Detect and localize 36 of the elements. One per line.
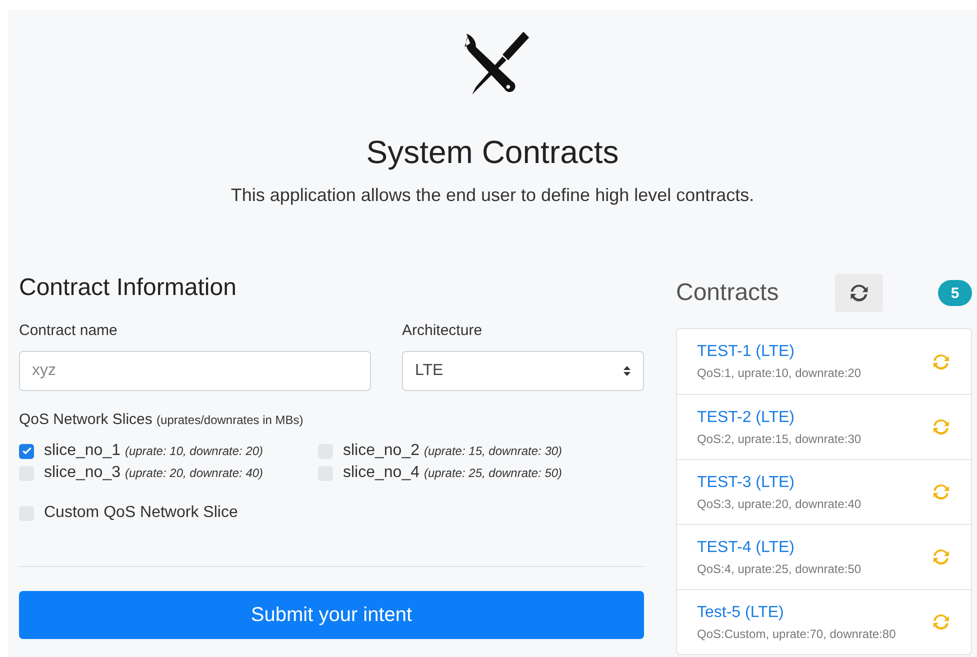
slice-label: slice_no_3 (uprate: 20, downrate: 40) bbox=[44, 464, 264, 482]
refresh-icon bbox=[848, 282, 870, 304]
contract-link[interactable]: Test-5 (LTE) bbox=[697, 604, 896, 622]
submit-button[interactable]: Submit your intent bbox=[19, 591, 644, 639]
contract-details: QoS:1, uprate:10, downrate:20 bbox=[697, 366, 862, 380]
check-icon bbox=[20, 445, 32, 457]
refresh-icon[interactable] bbox=[931, 612, 951, 632]
contract-link[interactable]: TEST-3 (LTE) bbox=[697, 474, 862, 492]
slice-label: slice_no_2 (uprate: 15, downrate: 30) bbox=[343, 442, 562, 460]
contract-details: QoS:2, uprate:15, downrate:30 bbox=[697, 432, 862, 446]
contract-details: QoS:Custom, uprate:70, downrate:80 bbox=[697, 626, 896, 640]
refresh-icon[interactable] bbox=[931, 352, 951, 372]
refresh-button[interactable] bbox=[835, 274, 883, 312]
refresh-icon[interactable] bbox=[931, 417, 951, 437]
checkbox[interactable] bbox=[19, 444, 34, 458]
field-label: Architecture bbox=[402, 322, 484, 339]
contract-details: QoS:3, uprate:20, downrate:40 bbox=[697, 496, 862, 510]
contract-link[interactable]: TEST-4 (LTE) bbox=[697, 538, 862, 556]
refresh-icon[interactable] bbox=[931, 482, 951, 502]
sort-caret-icon bbox=[623, 365, 631, 377]
architecture-select[interactable]: LTE bbox=[402, 351, 644, 391]
section-title: Contract Information bbox=[19, 274, 238, 302]
refresh-icon[interactable] bbox=[931, 547, 951, 567]
slice-label: slice_no_1 (uprate: 10, downrate: 20) bbox=[44, 442, 264, 460]
field-label: Contract name bbox=[19, 322, 118, 339]
page-subtitle: This application allows the end user to define high level contracts. bbox=[230, 185, 754, 206]
slices-label: QoS Network Slices (uprates/downrates in MBs) bbox=[19, 411, 304, 428]
contracts-title: Contracts bbox=[676, 279, 780, 307]
contract-name-field[interactable]: xyz bbox=[19, 351, 371, 391]
checkbox-label: Custom QoS Network Slice bbox=[44, 504, 238, 522]
contract-link[interactable]: TEST-2 (LTE) bbox=[697, 408, 862, 426]
page-title: System Contracts bbox=[366, 134, 619, 171]
count-badge: 5 bbox=[938, 280, 972, 306]
slice-label: slice_no_4 (uprate: 25, downrate: 50) bbox=[343, 464, 562, 482]
contract-link[interactable]: TEST-1 (LTE) bbox=[697, 343, 862, 361]
contract-details: QoS:4, uprate:25, downrate:50 bbox=[697, 562, 862, 576]
